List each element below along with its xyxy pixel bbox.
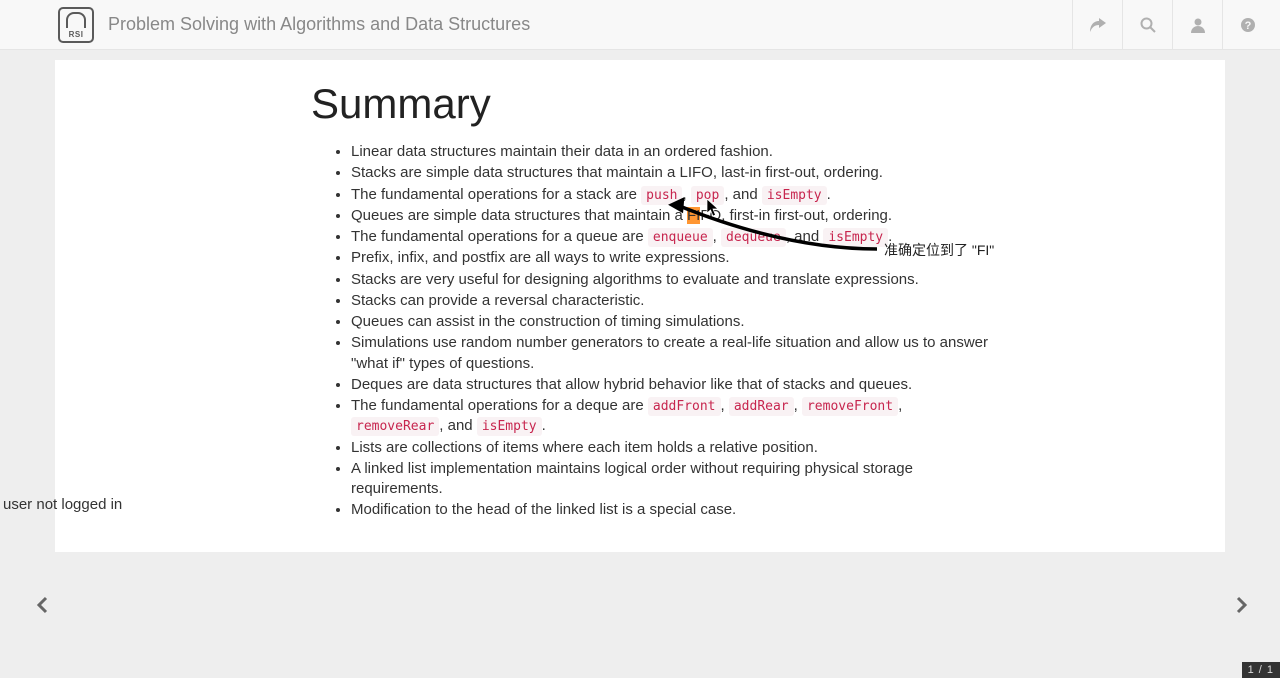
code-enqueue: enqueue bbox=[648, 228, 713, 247]
code-removefront: removeFront bbox=[802, 397, 898, 416]
list-item: The fundamental operations for a deque a… bbox=[351, 396, 991, 437]
list-item: The fundamental operations for a queue a… bbox=[351, 227, 991, 247]
code-push: push bbox=[641, 186, 682, 205]
site-title[interactable]: Problem Solving with Algorithms and Data… bbox=[108, 14, 530, 35]
list-item: The fundamental operations for a stack a… bbox=[351, 185, 991, 205]
list-item: Stacks are very useful for designing alg… bbox=[351, 270, 991, 290]
list-item: A linked list implementation maintains l… bbox=[351, 459, 991, 500]
page-counter: 1 / 1 bbox=[1242, 662, 1280, 678]
page-content: Summary Linear data structures maintain … bbox=[55, 60, 1225, 552]
list-item: Linear data structures maintain their da… bbox=[351, 142, 991, 162]
list-item: Modification to the head of the linked l… bbox=[351, 500, 991, 520]
list-item: Stacks are simple data structures that m… bbox=[351, 163, 991, 183]
site-logo[interactable]: RSI bbox=[58, 7, 94, 43]
topbar: RSI Problem Solving with Algorithms and … bbox=[0, 0, 1280, 50]
code-isempty: isEmpty bbox=[823, 228, 888, 247]
code-isempty: isEmpty bbox=[477, 417, 542, 436]
login-status: user not logged in bbox=[3, 496, 122, 513]
help-icon[interactable]: ? bbox=[1222, 0, 1272, 50]
code-addrear: addRear bbox=[729, 397, 794, 416]
svg-text:?: ? bbox=[1244, 20, 1251, 32]
code-removerear: removeRear bbox=[351, 417, 439, 436]
code-isempty: isEmpty bbox=[762, 186, 827, 205]
list-item: Queues can assist in the construction of… bbox=[351, 312, 991, 332]
list-item: Deques are data structures that allow hy… bbox=[351, 375, 991, 395]
summary-list: Linear data structures maintain their da… bbox=[311, 142, 991, 521]
code-dequeue: dequeue bbox=[721, 228, 786, 247]
list-item: Simulations use random number generators… bbox=[351, 333, 991, 374]
highlight-fi: FI bbox=[687, 207, 700, 224]
share-icon[interactable] bbox=[1072, 0, 1122, 50]
page-title: Summary bbox=[311, 80, 991, 128]
user-icon[interactable] bbox=[1172, 0, 1222, 50]
cursor-icon bbox=[706, 198, 720, 218]
list-item: Lists are collections of items where eac… bbox=[351, 438, 991, 458]
search-icon[interactable] bbox=[1122, 0, 1172, 50]
code-addfront: addFront bbox=[648, 397, 721, 416]
list-item: Queues are simple data structures that m… bbox=[351, 206, 991, 226]
prev-page-button[interactable] bbox=[36, 594, 48, 620]
list-item: Prefix, infix, and postfix are all ways … bbox=[351, 248, 991, 268]
nav-icons: ? bbox=[1072, 0, 1272, 50]
next-page-button[interactable] bbox=[1236, 594, 1248, 620]
list-item: Stacks can provide a reversal characteri… bbox=[351, 291, 991, 311]
